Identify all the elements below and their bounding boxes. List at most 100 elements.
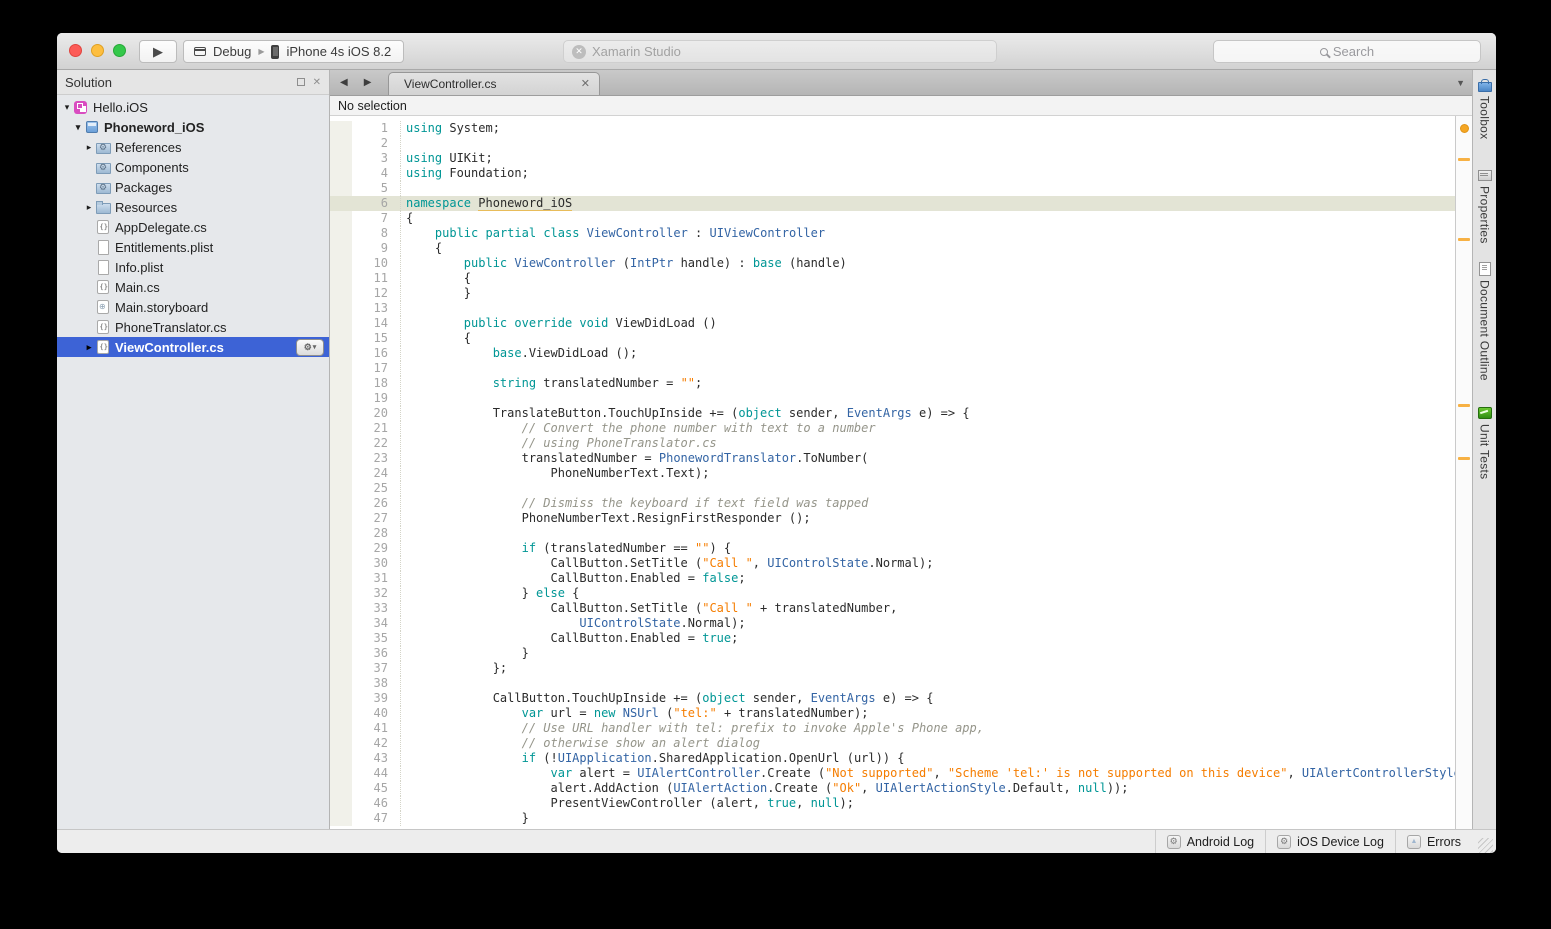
- resize-grip[interactable]: [1478, 838, 1493, 853]
- tree-item-appdelegate-cs[interactable]: AppDelegate.cs: [57, 217, 329, 237]
- code-line[interactable]: 15 {: [330, 331, 1455, 346]
- code-line[interactable]: 2: [330, 136, 1455, 151]
- code-line[interactable]: 1using System;: [330, 121, 1455, 136]
- change-marker-line[interactable]: [1458, 404, 1470, 407]
- change-marker-line[interactable]: [1458, 457, 1470, 460]
- dock-pad-icon[interactable]: [297, 78, 305, 86]
- tree-item-components[interactable]: Components: [57, 157, 329, 177]
- code-text: CallButton.SetTitle ("Call ", UIControlS…: [400, 556, 1455, 571]
- expander-open-icon[interactable]: ▾: [72, 122, 84, 133]
- line-number: 43: [352, 751, 388, 766]
- tree-item-hello-ios[interactable]: ▾Hello.iOS: [57, 97, 329, 117]
- tree-item-resources[interactable]: ▸Resources: [57, 197, 329, 217]
- code-line[interactable]: 16 base.ViewDidLoad ();: [330, 346, 1455, 361]
- code-line[interactable]: 22 // using PhoneTranslator.cs: [330, 436, 1455, 451]
- dock-tab-toolbox[interactable]: Toolbox: [1473, 76, 1496, 139]
- code-line[interactable]: 28: [330, 526, 1455, 541]
- tree-item-phoneword-ios[interactable]: ▾Phoneword_iOS: [57, 117, 329, 137]
- code-line[interactable]: 44 var alert = UIAlertController.Create …: [330, 766, 1455, 781]
- code-line[interactable]: 10 public ViewController (IntPtr handle)…: [330, 256, 1455, 271]
- gutter-margin: [330, 481, 352, 496]
- code-line[interactable]: 42 // otherwise show an alert dialog: [330, 736, 1455, 751]
- expander-closed-icon[interactable]: ▸: [83, 142, 95, 153]
- code-line[interactable]: 5: [330, 181, 1455, 196]
- code-line[interactable]: 38: [330, 676, 1455, 691]
- gutter-margin: [330, 766, 352, 781]
- tree-item-references[interactable]: ▸References: [57, 137, 329, 157]
- code-line[interactable]: 23 translatedNumber = PhonewordTranslato…: [330, 451, 1455, 466]
- navigate-back-icon[interactable]: ◀: [340, 77, 348, 88]
- code-line[interactable]: 17: [330, 361, 1455, 376]
- tree-item-main-storyboard[interactable]: Main.storyboard: [57, 297, 329, 317]
- code-line[interactable]: 26 // Dismiss the keyboard if text field…: [330, 496, 1455, 511]
- code-line[interactable]: 25: [330, 481, 1455, 496]
- tree-item-entitlements-plist[interactable]: Entitlements.plist: [57, 237, 329, 257]
- code-line[interactable]: 32 } else {: [330, 586, 1455, 601]
- expander-closed-icon[interactable]: ▸: [83, 202, 95, 213]
- code-line[interactable]: 19: [330, 391, 1455, 406]
- tree-item-info-plist[interactable]: Info.plist: [57, 257, 329, 277]
- dock-tab-document-outline[interactable]: Document Outline: [1473, 260, 1496, 381]
- code-line[interactable]: 41 // Use URL handler with tel: prefix t…: [330, 721, 1455, 736]
- code-line[interactable]: 11 {: [330, 271, 1455, 286]
- code-line[interactable]: 45 alert.AddAction (UIAlertAction.Create…: [330, 781, 1455, 796]
- code-line[interactable]: 39 CallButton.TouchUpInside += (object s…: [330, 691, 1455, 706]
- code-line[interactable]: 31 CallButton.Enabled = false;: [330, 571, 1455, 586]
- code-line[interactable]: 13: [330, 301, 1455, 316]
- expander-open-icon[interactable]: ▾: [61, 102, 73, 113]
- close-tab-icon[interactable]: ✕: [581, 77, 590, 90]
- change-marker-line[interactable]: [1458, 158, 1470, 161]
- close-window-button[interactable]: [69, 44, 82, 57]
- zoom-window-button[interactable]: [113, 44, 126, 57]
- pad-button-ios-device-log[interactable]: ⚙iOS Device Log: [1265, 830, 1395, 853]
- close-pad-icon[interactable]: ✕: [313, 77, 321, 88]
- tree-item-viewcontroller-cs[interactable]: ▸ViewController.cs⚙▾: [57, 337, 329, 357]
- tab-viewcontroller-cs[interactable]: ViewController.cs ✕: [388, 72, 600, 95]
- code-line[interactable]: 33 CallButton.SetTitle ("Call " + transl…: [330, 601, 1455, 616]
- dock-tab-properties[interactable]: Properties: [1473, 166, 1496, 244]
- tree-item-packages[interactable]: Packages: [57, 177, 329, 197]
- build-configuration-selector[interactable]: Debug ▶ iPhone 4s iOS 8.2: [183, 40, 404, 63]
- dock-tab-unit-tests[interactable]: Unit Tests: [1473, 404, 1496, 479]
- code-line[interactable]: 14 public override void ViewDidLoad (): [330, 316, 1455, 331]
- code-line[interactable]: 27 PhoneNumberText.ResignFirstResponder …: [330, 511, 1455, 526]
- tree-item-label: PhoneTranslator.cs: [115, 320, 329, 335]
- navigate-forward-icon[interactable]: ▶: [364, 77, 372, 88]
- expander-closed-icon[interactable]: ▸: [83, 342, 95, 353]
- tree-item-phonetranslator-cs[interactable]: PhoneTranslator.cs: [57, 317, 329, 337]
- code-editor[interactable]: 1using System;23using UIKit;4using Found…: [330, 116, 1455, 829]
- code-line[interactable]: 46 PresentViewController (alert, true, n…: [330, 796, 1455, 811]
- code-line[interactable]: 3using UIKit;: [330, 151, 1455, 166]
- code-line[interactable]: 21 // Convert the phone number with text…: [330, 421, 1455, 436]
- code-line[interactable]: 29 if (translatedNumber == "") {: [330, 541, 1455, 556]
- tab-title: ViewController.cs: [404, 77, 496, 91]
- minimize-window-button[interactable]: [91, 44, 104, 57]
- code-line[interactable]: 36 }: [330, 646, 1455, 661]
- search-input[interactable]: Search: [1213, 40, 1481, 63]
- change-marker-line[interactable]: [1458, 238, 1470, 241]
- code-line[interactable]: 30 CallButton.SetTitle ("Call ", UIContr…: [330, 556, 1455, 571]
- run-button[interactable]: ▶: [139, 40, 177, 63]
- code-line[interactable]: 34 UIControlState.Normal);: [330, 616, 1455, 631]
- pad-button-errors[interactable]: ▲Errors: [1395, 830, 1472, 853]
- item-options-gear-button[interactable]: ⚙▾: [296, 339, 324, 356]
- code-line[interactable]: 6namespace Phoneword_iOS: [330, 196, 1455, 211]
- change-marker-dot[interactable]: [1460, 124, 1469, 133]
- code-line[interactable]: 43 if (!UIApplication.SharedApplication.…: [330, 751, 1455, 766]
- code-line[interactable]: 12 }: [330, 286, 1455, 301]
- code-line[interactable]: 4using Foundation;: [330, 166, 1455, 181]
- code-line[interactable]: 9 {: [330, 241, 1455, 256]
- code-line[interactable]: 24 PhoneNumberText.Text);: [330, 466, 1455, 481]
- code-line[interactable]: 37 };: [330, 661, 1455, 676]
- code-line[interactable]: 35 CallButton.Enabled = true;: [330, 631, 1455, 646]
- code-line[interactable]: 20 TranslateButton.TouchUpInside += (obj…: [330, 406, 1455, 421]
- tree-item-main-cs[interactable]: Main.cs: [57, 277, 329, 297]
- code-line[interactable]: 7{: [330, 211, 1455, 226]
- tab-list-dropdown-icon[interactable]: ▼: [1456, 78, 1465, 88]
- code-line[interactable]: 8 public partial class ViewController : …: [330, 226, 1455, 241]
- code-line[interactable]: 40 var url = new NSUrl ("tel:" + transla…: [330, 706, 1455, 721]
- pad-button-android-log[interactable]: ⚙Android Log: [1155, 830, 1265, 853]
- code-line[interactable]: 18 string translatedNumber = "";: [330, 376, 1455, 391]
- annotation-scrollbar[interactable]: [1455, 116, 1472, 829]
- code-line[interactable]: 47 }: [330, 811, 1455, 826]
